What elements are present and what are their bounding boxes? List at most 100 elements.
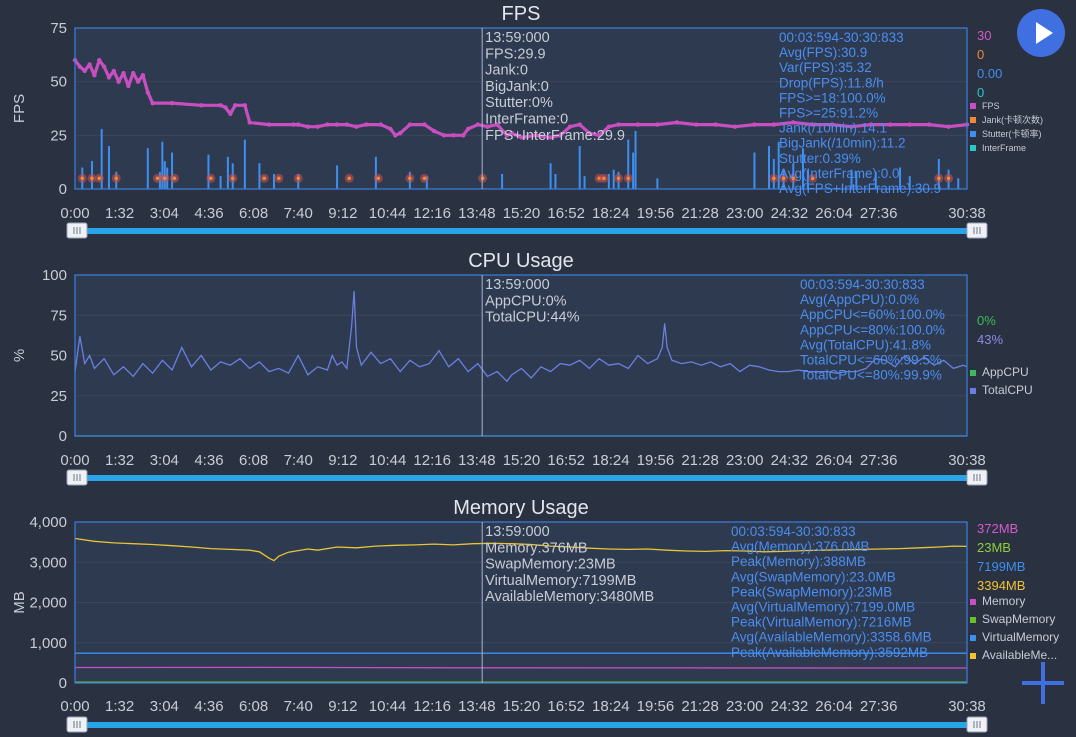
fps-series-fps-point	[772, 122, 776, 126]
fps-legend-label: FPS	[982, 101, 1000, 111]
fps-stat: Stutter:0.39%	[779, 151, 861, 166]
cpu-stat: TotalCPU<=60%:99.5%	[800, 353, 942, 368]
fps-scrollbar-track[interactable]	[70, 228, 986, 234]
fps-series-fps-point	[442, 133, 446, 137]
memory-x-tick-label: 13:48	[458, 698, 496, 715]
cpu-x-tick-label: 19:56	[637, 452, 675, 469]
fps-series-fps-point	[325, 122, 329, 126]
fps-series-fps-point	[733, 125, 737, 129]
fps-stat: Var(FPS):35.32	[779, 60, 872, 75]
fps-series-jank-marker-dot	[262, 176, 266, 180]
fps-series-fps-point	[218, 103, 222, 107]
fps-series-fps-point	[78, 64, 82, 68]
play-button[interactable]	[1017, 9, 1065, 57]
cpu-x-tick-label: 7:40	[284, 452, 313, 469]
fps-stat: Jank(/10min):14.1	[779, 121, 887, 136]
fps-series-fps-point	[92, 73, 96, 77]
fps-current-value: 0	[977, 85, 984, 100]
cpu-x-tick-label: 18:24	[592, 452, 630, 469]
memory-scrollbar-track[interactable]	[70, 722, 986, 728]
fps-series-fps-point	[422, 122, 426, 126]
fps-current-value: 0.00	[977, 66, 1002, 81]
memory-x-tick-label: 30:38	[948, 698, 986, 715]
memory-x-tick-label: 23:00	[726, 698, 764, 715]
cpu-stat: Avg(TotalCPU):41.8%	[800, 337, 931, 352]
fps-series-jank-marker-dot	[947, 176, 951, 180]
fps-series-jank-marker-dot	[296, 176, 300, 180]
fps-series-fps-point	[131, 71, 135, 75]
fps-x-tick-label: 18:24	[592, 205, 630, 222]
memory-x-tick-label: 26:04	[815, 698, 853, 715]
memory-legend-label: Memory	[982, 594, 1025, 608]
fps-x-tick-label: 24:32	[771, 205, 809, 222]
memory-stat: Peak(Memory):388MB	[731, 554, 866, 569]
cpu-legend-swatch	[970, 370, 976, 376]
memory-y-tick-label: 1,000	[29, 635, 67, 652]
fps-x-tick-label: 19:56	[637, 205, 675, 222]
memory-stat: Avg(AvailableMemory):3358.6MB	[731, 630, 932, 645]
memory-cursor-readout: VirtualMemory:7199MB	[485, 573, 636, 589]
fps-series-fps-point	[655, 122, 659, 126]
fps-series-jank-marker-dot	[772, 176, 776, 180]
fps-current-value: 30	[977, 28, 991, 43]
fps-series-fps-point	[121, 71, 125, 75]
cpu-legend-swatch	[970, 388, 976, 394]
cpu-x-tick-label: 0:00	[60, 452, 89, 469]
cpu-cursor-readout: AppCPU:0%	[485, 293, 567, 309]
cpu-x-tick-label: 10:44	[369, 452, 407, 469]
memory-x-tick-label: 24:32	[771, 698, 809, 715]
fps-stat: BigJank(/10min):11.2	[779, 136, 906, 151]
memory-legend-swatch	[970, 617, 976, 623]
fps-series-jank-marker-dot	[347, 176, 351, 180]
fps-series-jank-marker-dot	[937, 176, 941, 180]
fps-series-fps-point	[345, 122, 349, 126]
fps-series-jank-marker-dot	[90, 176, 94, 180]
fps-series-jank-marker-dot	[602, 176, 606, 180]
memory-current-value: 372MB	[977, 521, 1018, 536]
fps-series-jank-marker-dot	[173, 176, 177, 180]
fps-x-tick-label: 12:16	[413, 205, 451, 222]
fps-x-tick-label: 10:44	[369, 205, 407, 222]
memory-current-value: 23MB	[977, 540, 1011, 555]
fps-x-tick-label: 30:38	[948, 205, 986, 222]
fps-series-jank-marker-dot	[377, 176, 381, 180]
fps-cursor-readout: FPS+InterFrame:29.9	[485, 128, 625, 144]
memory-series-memory	[75, 667, 967, 668]
fps-stat: FPS>=18:100.0%	[779, 90, 886, 105]
fps-stat: FPS>=25:91.2%	[779, 106, 878, 121]
fps-series-fps-point	[141, 73, 145, 77]
fps-series-fps-point	[616, 122, 620, 126]
cpu-y-tick-label: 25	[50, 388, 67, 405]
cpu-stat: AppCPU<=80%:100.0%	[800, 322, 945, 337]
fps-cursor-readout: InterFrame:0	[485, 112, 568, 128]
add-button[interactable]	[1020, 660, 1066, 706]
fps-x-tick-label: 6:08	[239, 205, 268, 222]
memory-x-tick-label: 1:32	[105, 698, 134, 715]
fps-series-jank-marker-dot	[163, 176, 167, 180]
fps-y-tick-label: 25	[50, 127, 67, 144]
fps-series-fps-point	[946, 125, 950, 129]
cpu-scrollbar-track[interactable]	[70, 475, 986, 481]
fps-series-fps-point	[408, 122, 412, 126]
memory-x-tick-label: 7:40	[284, 698, 313, 715]
memory-chart-title: Memory Usage	[453, 497, 589, 519]
fps-series-fps-point	[636, 122, 640, 126]
fps-x-tick-label: 9:12	[328, 205, 357, 222]
cpu-x-tick-label: 3:04	[150, 452, 179, 469]
memory-legend-label: VirtualMemory	[982, 630, 1059, 644]
fps-series-jank-marker-dot	[114, 176, 118, 180]
charts-canvas: FPS0255075FPS13:59:000FPS:29.9Jank:0BigJ…	[0, 0, 1076, 737]
fps-series-fps-point	[888, 122, 892, 126]
fps-x-tick-label: 1:32	[105, 205, 134, 222]
memory-stat: Avg(Memory):376.0MB	[731, 539, 870, 554]
cpu-x-tick-label: 4:36	[194, 452, 223, 469]
fps-series-fps-point	[223, 105, 227, 109]
fps-series-fps-point	[136, 79, 140, 83]
fps-x-tick-label: 27:36	[860, 205, 898, 222]
fps-stat: Drop(FPS):11.8/h	[779, 75, 884, 90]
fps-series-jank-marker-dot	[97, 176, 101, 180]
fps-x-tick-label: 23:00	[726, 205, 764, 222]
fps-cursor-readout: Jank:0	[485, 63, 528, 79]
cpu-y-tick-label: 75	[50, 307, 67, 324]
fps-series-fps-point	[107, 75, 111, 79]
